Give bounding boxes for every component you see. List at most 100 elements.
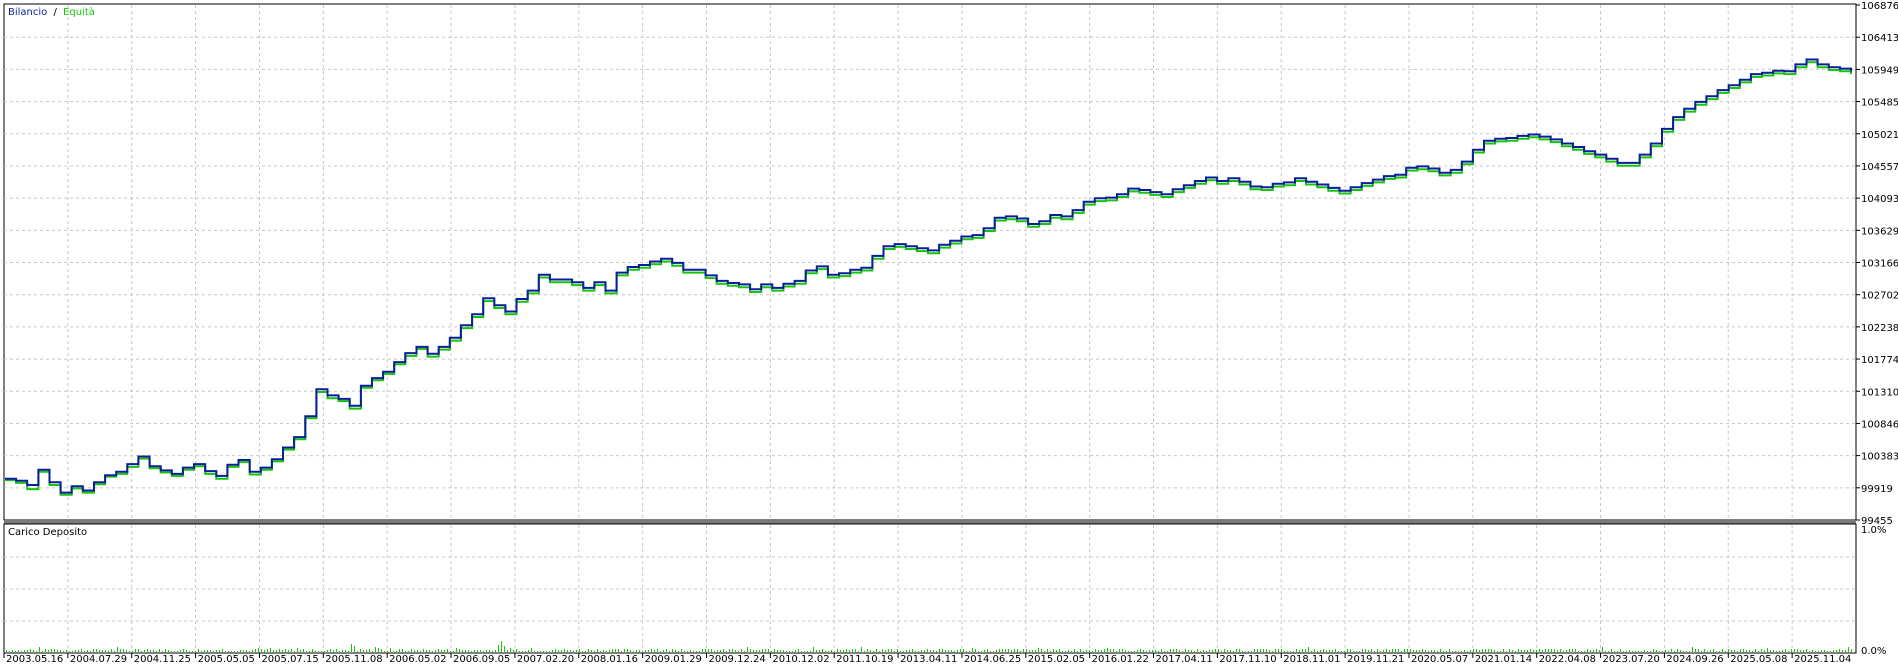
deposit-load-bar [195, 651, 196, 652]
deposit-load-bar [1740, 649, 1741, 652]
deposit-load-bar [270, 648, 271, 652]
deposit-load-bar [405, 651, 406, 652]
deposit-load-bar [207, 650, 208, 652]
deposit-load-bar [1485, 649, 1486, 652]
deposit-load-bar [645, 650, 646, 652]
deposit-load-bar [12, 650, 13, 652]
deposit-load-bar [1044, 651, 1045, 652]
deposit-load-bar [1212, 650, 1213, 652]
deposit-load-bar [783, 650, 784, 652]
deposit-load-bar [1056, 650, 1057, 652]
deposit-load-bar [1467, 651, 1468, 652]
deposit-load-bar [45, 649, 46, 652]
x-axis-ticks: 2003.05.16 2004.07.29 2004.11.25 2005.05.05… [3, 653, 1851, 665]
deposit-load-bar [534, 651, 535, 652]
deposit-load-bar [384, 651, 385, 652]
deposit-load-bar [1560, 649, 1561, 652]
deposit-load-bar [1605, 651, 1606, 652]
deposit-load-bar [480, 650, 481, 652]
deposit-load-bar [1026, 649, 1027, 652]
deposit-load-bar [594, 651, 595, 652]
deposit-load-bar [885, 650, 886, 652]
deposit-load-bar [1536, 650, 1537, 652]
deposit-load-bar [579, 649, 580, 652]
deposit-load-bar [1593, 650, 1594, 652]
deposit-load-bar [333, 650, 334, 652]
deposit-load-bar [1701, 651, 1702, 652]
deposit-load-bar [978, 651, 979, 652]
deposit-load-bar [492, 651, 493, 652]
deposit-load-bar [726, 651, 727, 652]
deposit-load-bar [1287, 651, 1288, 652]
deposit-load-bar [630, 650, 631, 652]
deposit-load-bar [1383, 650, 1384, 652]
deposit-load-bar [606, 651, 607, 652]
deposit-load-bar [1620, 649, 1621, 652]
deposit-load-bar [624, 649, 625, 652]
deposit-load-bar [225, 651, 226, 652]
deposit-load-bar [1719, 651, 1720, 652]
deposit-load-bar [1599, 650, 1600, 652]
deposit-load-bar [1815, 651, 1816, 652]
deposit-load-bar [666, 649, 667, 652]
deposit-load-bar [609, 650, 610, 652]
deposit-load-bar [306, 651, 307, 652]
deposit-load-bar [1602, 647, 1603, 652]
deposit-load-bar [1149, 650, 1150, 652]
deposit-load-bar [1455, 651, 1456, 652]
deposit-load-bar [1797, 649, 1798, 652]
deposit-load-bar [693, 651, 694, 652]
x-tick-label: 2016.01.22 [1092, 654, 1149, 665]
deposit-load-bar [582, 651, 583, 652]
main-panel: 106876 106413 105949 105485 105021 104557 1040… [3, 1, 1898, 527]
deposit-load-bar [75, 650, 76, 652]
deposit-load-bar [1830, 651, 1831, 652]
deposit-load-bar [1695, 649, 1696, 652]
deposit-load-bar [246, 650, 247, 652]
deposit-load-bar [1125, 650, 1126, 652]
deposit-load-bar [1320, 650, 1321, 652]
x-tick-label: 2022.04.08 [1539, 654, 1596, 665]
deposit-load-bar [51, 649, 52, 652]
deposit-load-bar [588, 649, 589, 652]
deposit-load-bar [1128, 651, 1129, 652]
deposit-load-bar [516, 649, 517, 652]
deposit-load-bar [147, 649, 148, 652]
deposit-load-bar [1491, 649, 1492, 652]
deposit-load-bar [855, 649, 856, 652]
deposit-load-bar [444, 650, 445, 652]
deposit-load-bar [657, 649, 658, 652]
deposit-load-bar [1527, 650, 1528, 652]
y-tick-label: 104557 [1861, 162, 1898, 173]
deposit-load-bar [1050, 651, 1051, 652]
deposit-load-bar [375, 647, 376, 652]
y-tick-label: 101774 [1861, 355, 1898, 366]
deposit-load-bar [219, 650, 220, 652]
deposit-load-bar [357, 651, 358, 652]
deposit-load-bar [168, 650, 169, 652]
deposit-load-bar [81, 649, 82, 652]
panel-separator[interactable] [4, 520, 1856, 524]
legend-equity: Equità [63, 6, 95, 18]
x-tick-label: 2004.11.25 [134, 654, 191, 665]
deposit-load-bar [120, 649, 121, 652]
deposit-load-bar [552, 650, 553, 652]
deposit-load-bar [1188, 650, 1189, 652]
deposit-load-bar [546, 651, 547, 652]
deposit-load-bar [768, 649, 769, 652]
deposit-load-bar [240, 650, 241, 652]
x-tick-label: 2008.01.16 [581, 654, 638, 665]
y-tick-label: 105021 [1861, 130, 1898, 141]
deposit-load-bar [636, 650, 637, 652]
deposit-load-bar [519, 651, 520, 652]
deposit-load-bar [1308, 647, 1309, 652]
deposit-load-bar [525, 651, 526, 652]
deposit-load-bar [1635, 651, 1636, 652]
deposit-load-bar [1338, 651, 1339, 652]
deposit-load-bar [126, 650, 127, 652]
deposit-load-bar [1488, 649, 1489, 652]
deposit-load-bar [1659, 651, 1660, 652]
deposit-load-bar [1290, 651, 1291, 652]
deposit-load-bar [1764, 650, 1765, 652]
deposit-load-bar [141, 651, 142, 652]
